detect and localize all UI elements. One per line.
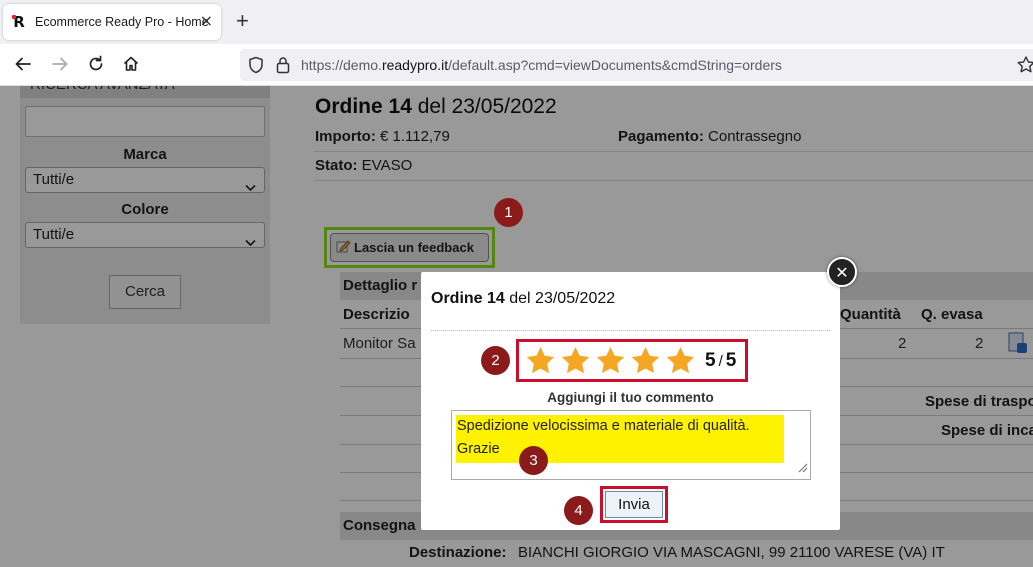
modal-title: Ordine 14 del 23/05/2022	[431, 290, 615, 308]
home-icon[interactable]	[120, 53, 142, 75]
comment-text: Spedizione velocissima e materiale di qu…	[456, 415, 784, 463]
url-bar[interactable]: https://demo.readypro.it/default.asp?cmd…	[240, 49, 1033, 81]
rating-score: 5/5	[705, 350, 736, 372]
url-domain: readypro.it	[381, 57, 449, 73]
submit-button[interactable]: Invia	[605, 491, 663, 518]
modal-order-date: del 23/05/2022	[504, 290, 616, 307]
close-icon[interactable]: ✕	[827, 257, 857, 287]
resize-handle-icon[interactable]	[796, 458, 808, 477]
comment-line: Spedizione velocissima e materiale di qu…	[457, 418, 750, 434]
url-text[interactable]: https://demo.readypro.it/default.asp?cmd…	[301, 57, 782, 73]
step-marker-4: 4	[564, 496, 593, 525]
step-marker-2: 2	[481, 346, 510, 375]
star-icon-2[interactable]	[559, 345, 592, 377]
bookmark-star-icon[interactable]	[1016, 55, 1033, 79]
star-icon-3[interactable]	[594, 345, 627, 377]
reload-icon[interactable]	[85, 53, 107, 75]
browser-navbar: https://demo.readypro.it/default.asp?cmd…	[0, 44, 1033, 86]
shield-icon[interactable]	[248, 56, 264, 78]
readypro-logo-icon: R	[11, 13, 27, 31]
star-icon-5[interactable]	[664, 345, 697, 377]
step-marker-3: 3	[519, 446, 548, 475]
forward-arrow-icon[interactable]	[49, 53, 71, 75]
lock-icon[interactable]	[276, 56, 290, 78]
modal-order-number: Ordine 14	[431, 290, 505, 307]
feedback-modal: Ordine 14 del 23/05/2022 5/5 Aggiungi il…	[421, 272, 840, 530]
step-marker-1: 1	[494, 198, 523, 227]
star-rating: 5/5	[516, 339, 748, 382]
tab-close-icon[interactable]: ×	[200, 13, 213, 29]
browser-tab-active[interactable]: R Ecommerce Ready Pro - Home ×	[3, 4, 221, 40]
star-icon-1[interactable]	[524, 345, 557, 377]
divider	[431, 330, 830, 331]
comment-line: Grazie	[457, 441, 500, 457]
comment-textarea[interactable]: Spedizione velocissima e materiale di qu…	[451, 410, 811, 480]
rating-max: 5	[725, 349, 737, 371]
star-icon-4[interactable]	[629, 345, 662, 377]
back-arrow-icon[interactable]	[12, 53, 34, 75]
browser-tabbar: R Ecommerce Ready Pro - Home × +	[0, 0, 1033, 44]
url-prefix: https://demo.	[301, 57, 382, 73]
comment-label: Aggiungi il tuo commento	[547, 390, 714, 405]
new-tab-icon[interactable]: +	[236, 10, 249, 32]
url-path: /default.asp?cmd=viewDocuments&cmdString…	[448, 57, 782, 73]
submit-highlight: Invia	[600, 486, 668, 523]
rating-separator: /	[718, 352, 723, 370]
tab-title: Ecommerce Ready Pro - Home	[35, 15, 209, 29]
rating-value: 5	[705, 349, 716, 371]
